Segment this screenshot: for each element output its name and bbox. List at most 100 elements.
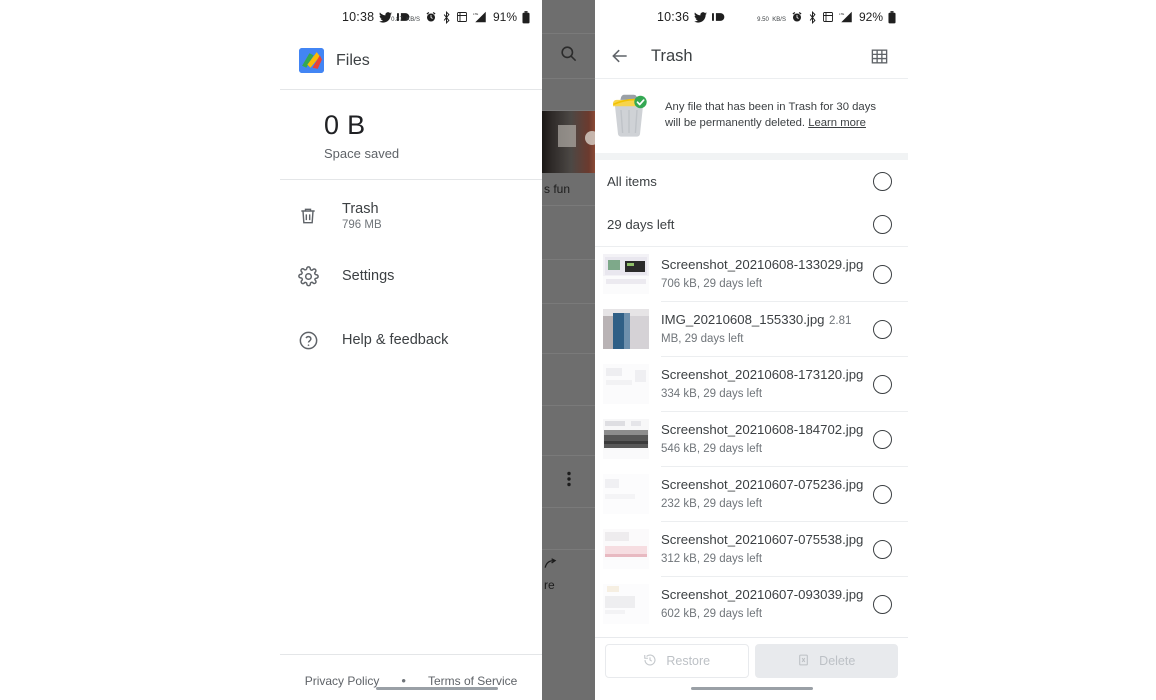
home-indicator[interactable] [376, 687, 498, 690]
scrim-row-4 [542, 354, 595, 406]
svg-text:LTE: LTE [473, 12, 478, 16]
scrim-row-5 [542, 406, 595, 456]
file-size: 706 kB [661, 278, 697, 290]
sidebar-item-help-feedback[interactable]: Help & feedback [280, 308, 542, 372]
alarm-icon [791, 11, 803, 23]
file-subtitle: 312 kB, 29 days left [661, 553, 763, 565]
file-thumbnail [603, 254, 649, 294]
table-row[interactable]: Screenshot_20210608-133029.jpg 706 kB, 2… [595, 247, 908, 301]
file-name: Screenshot_20210607-075236.jpg [661, 477, 864, 492]
sidebar-item-label: Trash [342, 201, 379, 217]
filter-label: 29 days left [607, 217, 675, 232]
more-vert-icon [566, 471, 571, 492]
bluetooth-icon [442, 10, 451, 24]
table-row[interactable]: IMG_20210608_155330.jpg 2.81 MB, 29 days… [595, 302, 908, 356]
twitter-icon [694, 11, 708, 23]
table-row[interactable]: Screenshot_20210607-075236.jpg 232 kB, 2… [595, 467, 908, 521]
space-saved-block: 0 B Space saved [280, 90, 542, 179]
file-expiry: 29 days left [703, 443, 763, 455]
trash-file-list: Screenshot_20210608-133029.jpg 706 kB, 2… [595, 247, 908, 631]
sidebar-item-settings[interactable]: Settings [280, 244, 542, 308]
file-select-radio[interactable] [873, 264, 892, 284]
filter-row-29-days-left[interactable]: 29 days left [595, 203, 908, 246]
file-size: 232 kB [661, 498, 697, 510]
files-logo-icon [299, 48, 324, 73]
file-select-radio[interactable] [873, 594, 892, 614]
trash-can-illustration-icon [607, 91, 651, 139]
scrim-share-row[interactable]: re [542, 550, 595, 598]
file-thumbnail [603, 584, 649, 624]
trash-action-bar: Restore Delete [595, 644, 908, 678]
privacy-policy-link[interactable]: Privacy Policy [305, 674, 380, 688]
select-all-items-radio[interactable] [873, 172, 892, 191]
file-select-radio[interactable] [873, 539, 892, 559]
left-phone-panel: s fun re 10:38 0.87 KB/S LTE 91% Files 0… [280, 0, 595, 700]
help-circle-icon [290, 322, 326, 358]
file-name: Screenshot_20210608-133029.jpg [661, 257, 864, 272]
file-expiry: 29 days left [703, 498, 763, 510]
status-time: 10:38 [342, 10, 375, 24]
select-29-days-radio[interactable] [873, 215, 892, 234]
signal-icon: LTE [473, 11, 488, 23]
scrim-photo-card[interactable] [542, 111, 595, 173]
trash-info-banner: Any file that has been in Trash for 30 d… [595, 79, 908, 153]
trash-app-bar: Trash [595, 34, 908, 78]
back-arrow-icon[interactable] [605, 41, 635, 71]
left-status-bar: 10:38 0.87 KB/S LTE 91% [280, 0, 542, 34]
file-thumbnail [603, 309, 649, 349]
file-select-radio[interactable] [873, 319, 892, 339]
battery-percent: 92% [858, 10, 883, 24]
svg-text:LTE: LTE [839, 12, 844, 16]
screenshot-icon [456, 11, 468, 23]
scrim-row-3 [542, 304, 595, 354]
scrim-search-button[interactable] [542, 34, 595, 79]
file-subtitle: 706 kB, 29 days left [661, 278, 763, 290]
alarm-icon [425, 11, 437, 23]
table-row[interactable]: Screenshot_20210608-184702.jpg 546 kB, 2… [595, 412, 908, 466]
share-arrow-icon [544, 556, 595, 574]
data-rate-icon: 9.50 KB/S [757, 10, 786, 24]
page-title: Trash [651, 46, 693, 65]
file-size: 334 kB [661, 388, 697, 400]
table-row[interactable]: Screenshot_20210607-093039.jpg 602 kB, 2… [595, 577, 908, 631]
file-select-radio[interactable] [873, 374, 892, 394]
file-expiry: 29 days left [703, 553, 763, 565]
file-select-radio[interactable] [873, 429, 892, 449]
file-name: Screenshot_20210607-075538.jpg [661, 532, 864, 547]
home-indicator[interactable] [691, 687, 813, 690]
table-row[interactable]: Screenshot_20210607-075538.jpg 312 kB, 2… [595, 522, 908, 576]
data-rate-unit: KB/S [406, 17, 420, 23]
file-subtitle: 602 kB, 29 days left [661, 608, 763, 620]
terms-of-service-link[interactable]: Terms of Service [428, 674, 517, 688]
scrim-row-6 [542, 508, 595, 550]
scrim-row-1 [542, 206, 595, 260]
delete-forever-icon [797, 653, 810, 670]
scrim-overflow-button[interactable] [542, 456, 595, 508]
table-row[interactable]: Screenshot_20210608-173120.jpg 334 kB, 2… [595, 357, 908, 411]
grid-view-icon[interactable] [864, 41, 894, 71]
learn-more-link[interactable]: Learn more [808, 117, 866, 129]
battery-percent: 91% [492, 10, 517, 24]
filter-row-all-items[interactable]: All items [595, 160, 908, 203]
delete-button[interactable]: Delete [754, 644, 898, 678]
file-size: 602 kB [661, 608, 697, 620]
signal-icon: LTE [839, 11, 854, 23]
messaging-icon [712, 12, 725, 22]
file-name: IMG_20210608_155330.jpg [661, 312, 825, 327]
drawer-scrim[interactable]: s fun re [542, 0, 595, 700]
file-name: Screenshot_20210608-184702.jpg [661, 422, 864, 437]
restore-button[interactable]: Restore [605, 644, 749, 678]
right-status-bar: 10:36 9.50 KB/S LTE 92% [595, 0, 908, 34]
file-thumbnail [603, 419, 649, 459]
action-bar-divider [595, 637, 908, 638]
drawer-header: Files [280, 34, 542, 89]
file-expiry: 29 days left [703, 608, 763, 620]
filter-label: All items [607, 174, 657, 189]
file-select-radio[interactable] [873, 484, 892, 504]
file-thumbnail [603, 529, 649, 569]
gear-icon [290, 258, 326, 294]
drawer-footer: Privacy Policy • Terms of Service [280, 654, 542, 700]
sidebar-item-trash[interactable]: Trash 796 MB [280, 188, 542, 244]
sidebar-item-label: Help & feedback [342, 332, 449, 348]
scrim-share-label: re [544, 578, 555, 592]
